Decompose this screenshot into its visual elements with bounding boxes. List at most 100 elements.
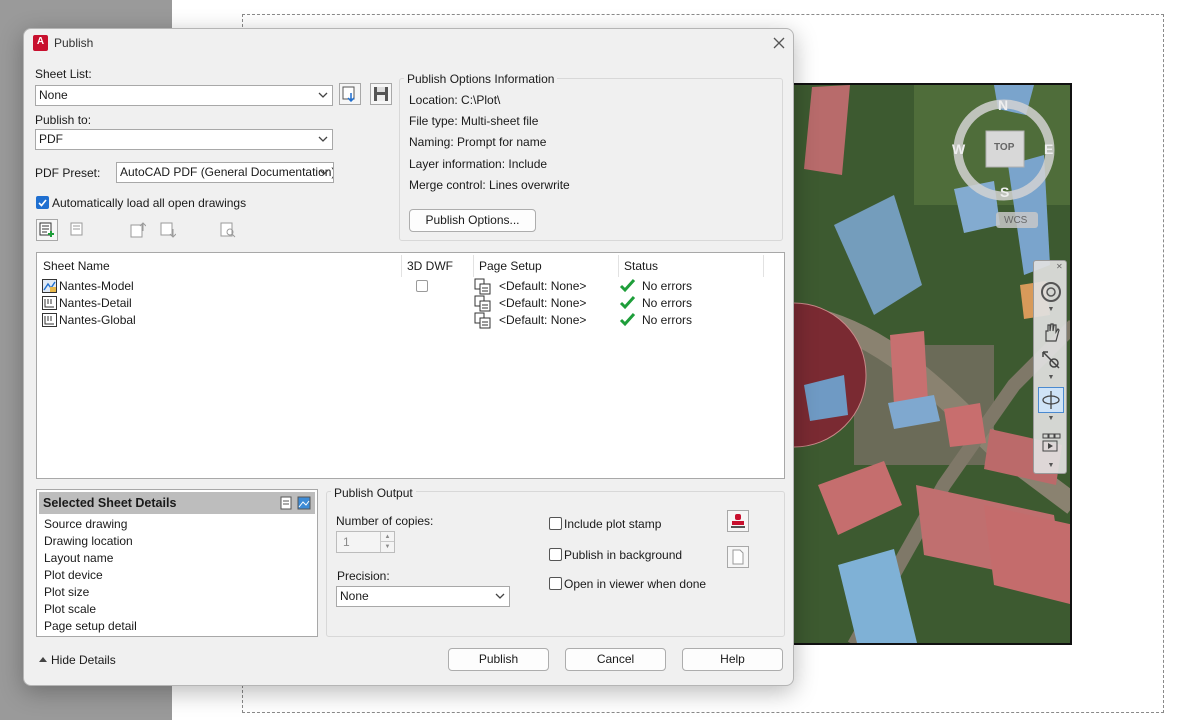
navigation-bar: ✕ ▼ ▼ ▼ ▼ — [1033, 260, 1067, 474]
publish-output-title: Publish Output — [331, 486, 416, 500]
column-header-page-setup[interactable]: Page Setup — [479, 259, 542, 273]
move-sheet-down-button[interactable] — [157, 219, 179, 241]
publish-to-label: Publish to: — [35, 113, 92, 127]
dialog-title: Publish — [54, 36, 94, 50]
precision-value: None — [340, 589, 369, 603]
auto-load-checkbox[interactable] — [36, 196, 49, 209]
pan-hand-icon[interactable] — [1038, 319, 1064, 345]
merge-control-info: Merge control: Lines overwrite — [409, 178, 570, 192]
save-icon — [374, 87, 388, 101]
publish-to-dropdown[interactable]: PDF — [35, 129, 333, 150]
spin-up-icon[interactable]: ▲ — [380, 532, 394, 542]
preview-button[interactable] — [217, 219, 239, 241]
selected-sheet-details-title: Selected Sheet Details — [43, 496, 177, 510]
layer-info: Layer information: Include — [409, 157, 548, 171]
zoom-dropdown-icon[interactable]: ▼ — [1047, 374, 1055, 381]
include-plot-stamp-label: Include plot stamp — [564, 517, 662, 531]
sheet-list-dropdown[interactable]: None — [35, 85, 333, 106]
viewcube-south[interactable]: S — [1000, 184, 1009, 200]
wcs-menu[interactable]: WCS — [1004, 215, 1027, 226]
column-divider — [473, 255, 474, 277]
column-header-status[interactable]: Status — [624, 259, 658, 273]
remove-sheets-icon — [70, 222, 83, 236]
table-row[interactable]: Nantes-Model <Default: None> No errors — [37, 278, 782, 295]
detail-layout-name: Layout name — [44, 551, 114, 565]
plot-stamp-settings-button[interactable] — [727, 510, 749, 532]
copies-spinner[interactable]: 1 ▲ ▼ — [336, 531, 395, 553]
detail-source-drawing: Source drawing — [44, 517, 128, 531]
chevron-up-icon — [39, 657, 47, 662]
help-button[interactable]: Help — [682, 648, 783, 671]
load-sheet-list-button[interactable] — [339, 83, 361, 105]
column-divider — [401, 255, 402, 277]
publish-output-group — [326, 491, 785, 637]
spin-down-icon[interactable]: ▼ — [380, 542, 394, 552]
viewcube-north[interactable]: N — [998, 97, 1008, 113]
status-ok-icon — [619, 295, 636, 310]
viewcube-east[interactable]: E — [1044, 141, 1053, 157]
layout-icon — [42, 313, 57, 327]
document-icon — [732, 549, 744, 565]
details-image-icon[interactable] — [297, 496, 311, 510]
move-down-icon — [160, 222, 176, 238]
steering-wheel-dropdown-icon[interactable]: ▼ — [1047, 306, 1055, 313]
layout-icon — [42, 296, 57, 310]
viewcube[interactable]: N W E S TOP WCS — [940, 88, 1068, 238]
save-sheet-list-button[interactable] — [370, 83, 392, 105]
auto-load-label: Automatically load all open drawings — [52, 196, 247, 210]
table-row[interactable]: Nantes-Global <Default: None> No errors — [37, 312, 782, 329]
status-text: No errors — [642, 313, 693, 327]
page-setup-icon — [474, 312, 491, 329]
background-settings-button[interactable] — [727, 546, 749, 568]
detail-plot-scale: Plot scale — [44, 602, 97, 616]
file-type-info: File type: Multi-sheet file — [409, 114, 539, 128]
publish-in-background-checkbox[interactable] — [549, 548, 562, 561]
preview-icon — [220, 222, 236, 238]
sheet-name: Nantes-Detail — [59, 296, 132, 310]
remove-sheets-button[interactable] — [67, 219, 89, 241]
page-setup-value[interactable]: <Default: None> — [499, 279, 586, 293]
hide-details-button[interactable]: Hide Details — [51, 653, 116, 667]
close-icon[interactable] — [768, 32, 790, 54]
open-in-viewer-checkbox[interactable] — [549, 577, 562, 590]
selected-sheet-details-header: Selected Sheet Details — [39, 492, 315, 514]
detail-plot-device: Plot device — [44, 568, 103, 582]
model-icon — [42, 279, 57, 293]
status-text: No errors — [642, 279, 693, 293]
navbar-customize-icon[interactable]: ▼ — [1047, 462, 1055, 469]
orbit-dropdown-icon[interactable]: ▼ — [1047, 415, 1055, 422]
naming-info: Naming: Prompt for name — [409, 135, 547, 149]
column-divider — [763, 255, 764, 277]
add-sheets-button[interactable] — [36, 219, 58, 241]
viewcube-top-face[interactable]: TOP — [994, 142, 1014, 153]
include-plot-stamp-checkbox[interactable] — [549, 517, 562, 530]
precision-dropdown[interactable]: None — [336, 586, 510, 607]
pdf-preset-dropdown[interactable]: AutoCAD PDF (General Documentation) — [116, 162, 334, 183]
chevron-down-icon — [318, 136, 328, 142]
load-sheet-list-icon — [342, 86, 355, 102]
details-document-icon[interactable] — [279, 496, 293, 510]
move-sheet-up-button[interactable] — [127, 219, 149, 241]
showmotion-icon[interactable] — [1038, 429, 1064, 455]
cancel-button[interactable]: Cancel — [565, 648, 666, 671]
table-row[interactable]: Nantes-Detail <Default: None> No errors — [37, 295, 782, 312]
publish-button[interactable]: Publish — [448, 648, 549, 671]
orbit-icon[interactable] — [1038, 387, 1064, 413]
sheet-name: Nantes-Model — [59, 279, 134, 293]
status-ok-icon — [619, 312, 636, 327]
viewcube-west[interactable]: W — [952, 141, 965, 157]
column-header-3d-dwf[interactable]: 3D DWF — [407, 259, 453, 273]
open-in-viewer-label: Open in viewer when done — [564, 577, 707, 591]
page-setup-value[interactable]: <Default: None> — [499, 313, 586, 327]
zoom-extents-icon[interactable] — [1038, 347, 1064, 373]
publish-dialog: A Publish Sheet List: None Publish to: P… — [23, 28, 794, 686]
steering-wheel-icon[interactable] — [1038, 279, 1064, 305]
page-setup-value[interactable]: <Default: None> — [499, 296, 586, 310]
publish-options-button[interactable]: Publish Options... — [409, 209, 536, 232]
sheet-list-value: None — [39, 88, 68, 102]
location-info: Location: C:\Plot\ — [409, 93, 501, 107]
chevron-down-icon — [318, 92, 328, 98]
column-header-sheet-name[interactable]: Sheet Name — [43, 259, 110, 273]
navbar-close-icon[interactable]: ✕ — [1056, 263, 1064, 271]
3d-dwf-checkbox[interactable] — [416, 280, 428, 292]
